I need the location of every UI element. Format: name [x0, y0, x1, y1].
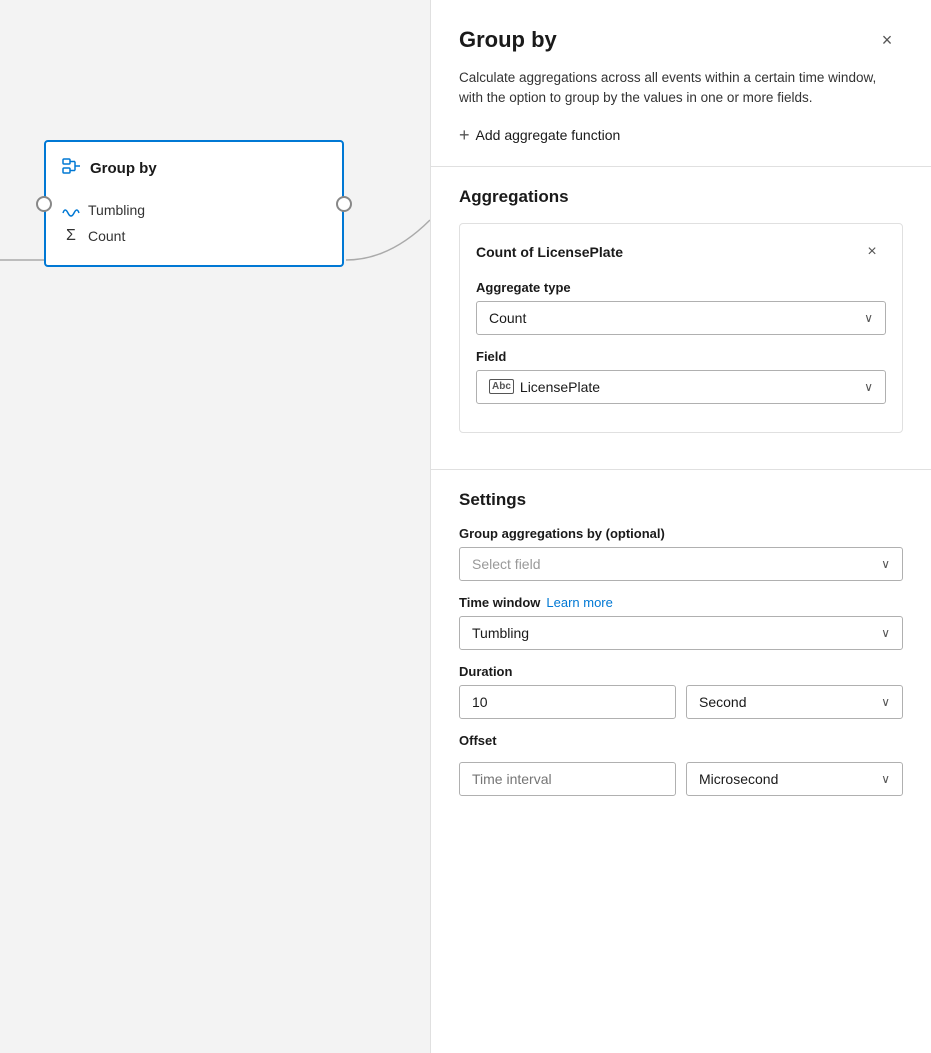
group-by-select[interactable]: Select field ∨: [459, 547, 903, 581]
settings-title: Settings: [459, 490, 903, 510]
close-button[interactable]: ×: [871, 24, 903, 56]
agg-card-header: Count of LicensePlate ×: [476, 238, 886, 266]
aggregate-type-value: Count: [489, 310, 526, 326]
settings-section: Settings Group aggregations by (optional…: [431, 470, 931, 816]
offset-row: Microsecond ∨: [459, 762, 903, 796]
duration-label: Duration: [459, 664, 903, 679]
offset-unit-select[interactable]: Microsecond ∨: [686, 762, 903, 796]
aggregations-section: Aggregations Count of LicensePlate × Agg…: [431, 167, 931, 469]
aggregate-type-label: Aggregate type: [476, 280, 886, 295]
group-by-label: Group aggregations by (optional): [459, 526, 903, 541]
field-label: Field: [476, 349, 886, 364]
node-item-tumbling: Tumbling: [62, 197, 326, 223]
offset-unit-chevron: ∨: [881, 772, 890, 786]
node-item-tumbling-label: Tumbling: [88, 202, 145, 218]
agg-card-title: Count of LicensePlate: [476, 244, 623, 260]
field-type-badge: Abc: [489, 379, 514, 394]
canvas-area: Group by Tumbling Σ Count: [0, 0, 430, 1053]
aggregations-title: Aggregations: [459, 187, 903, 207]
group-by-placeholder: Select field: [472, 556, 540, 572]
plus-icon: +: [459, 125, 470, 146]
aggregate-type-select[interactable]: Count ∨: [476, 301, 886, 335]
right-panel: Group by × Calculate aggregations across…: [430, 0, 931, 1053]
offset-unit-value: Microsecond: [699, 771, 778, 787]
panel-header: Group by ×: [431, 0, 931, 68]
time-window-label-row: Time window Learn more: [459, 595, 903, 610]
duration-input[interactable]: [459, 685, 676, 719]
offset-input[interactable]: [459, 762, 676, 796]
node-item-count: Σ Count: [62, 223, 326, 249]
duration-row: Second ∨: [459, 685, 903, 719]
field-value: LicensePlate: [520, 379, 600, 395]
learn-more-link[interactable]: Learn more: [546, 595, 612, 610]
right-connector: [336, 196, 352, 212]
panel-description: Calculate aggregations across all events…: [431, 68, 931, 125]
duration-unit-chevron: ∨: [881, 695, 890, 709]
group-by-node[interactable]: Group by Tumbling Σ Count: [44, 140, 344, 267]
panel-title: Group by: [459, 27, 557, 53]
duration-unit-select[interactable]: Second ∨: [686, 685, 903, 719]
add-function-label: Add aggregate function: [476, 127, 621, 143]
time-window-select[interactable]: Tumbling ∨: [459, 616, 903, 650]
node-item-count-label: Count: [88, 228, 125, 244]
duration-unit-value: Second: [699, 694, 746, 710]
sigma-icon: Σ: [62, 227, 80, 245]
time-window-label: Time window: [459, 595, 540, 610]
left-connector: [36, 196, 52, 212]
offset-label: Offset: [459, 733, 903, 748]
group-by-node-icon: [62, 156, 82, 181]
field-chevron: ∨: [864, 380, 873, 394]
node-title: Group by: [90, 160, 157, 177]
time-window-chevron: ∨: [881, 626, 890, 640]
aggregate-type-chevron: ∨: [864, 311, 873, 325]
agg-remove-button[interactable]: ×: [858, 238, 886, 266]
field-select[interactable]: Abc LicensePlate ∨: [476, 370, 886, 404]
tumbling-icon: [62, 201, 80, 219]
add-aggregate-function-button[interactable]: + Add aggregate function: [431, 125, 931, 166]
aggregation-card: Count of LicensePlate × Aggregate type C…: [459, 223, 903, 433]
group-by-chevron: ∨: [881, 557, 890, 571]
time-window-value: Tumbling: [472, 625, 529, 641]
